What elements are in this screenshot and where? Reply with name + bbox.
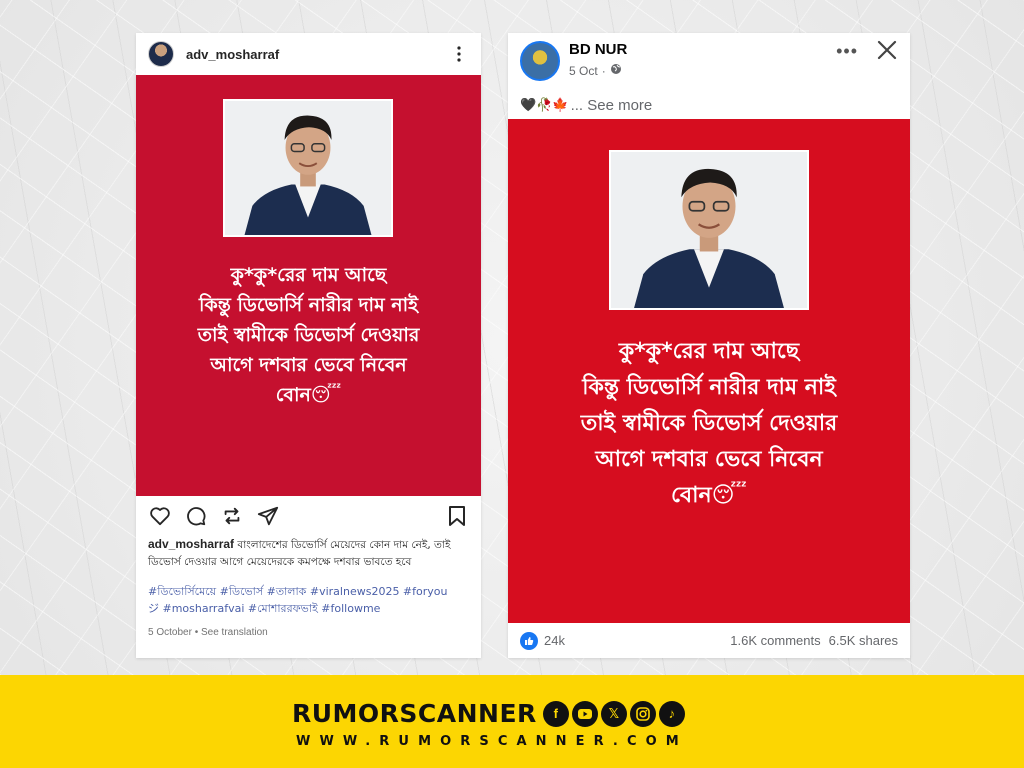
fb-page-avatar[interactable] bbox=[520, 41, 560, 81]
ig-caption: adv_mosharraf বাংলাদেশের ডিভোর্সি মেয়েদ… bbox=[136, 536, 481, 571]
see-translation-link[interactable]: See translation bbox=[192, 627, 268, 638]
bookmark-icon[interactable] bbox=[445, 504, 469, 528]
fb-post-description: 🖤🥀🍁 ... See more bbox=[508, 89, 910, 117]
post-text-line: কিন্তু ডিভোর্সি নারীর দাম নাই bbox=[199, 294, 418, 316]
comment-count[interactable]: 1.6K comments bbox=[730, 633, 820, 648]
fb-post-header: BD NUR 5 Oct · ••• bbox=[508, 33, 910, 89]
like-reaction-icon[interactable] bbox=[520, 631, 538, 650]
social-icons: f 𝕏 ♪ bbox=[542, 700, 685, 727]
hashtags-line[interactable]: ジ #mosharrafvai #মোশাররফভাই #followme bbox=[148, 600, 469, 617]
reaction-count[interactable]: 24k bbox=[544, 633, 565, 648]
more-options-icon[interactable]: ••• bbox=[836, 41, 858, 62]
x-icon: 𝕏 bbox=[600, 700, 627, 727]
brand-row: RUMORSCANNER f 𝕏 ♪ bbox=[292, 699, 685, 728]
brand-logo-text: RUMORSCANNER bbox=[292, 699, 537, 728]
post-text-line: বোন😴 bbox=[275, 384, 342, 406]
globe-icon bbox=[610, 63, 622, 78]
heart-icon[interactable] bbox=[148, 504, 172, 528]
caption-username[interactable]: adv_mosharraf bbox=[148, 537, 234, 551]
post-text-line: কু*কু*রের দাম আছে bbox=[618, 339, 800, 364]
fb-page-name[interactable]: BD NUR bbox=[569, 41, 627, 58]
fb-post-meta: 5 Oct · bbox=[569, 63, 622, 78]
post-text-line: কু*কু*রের দাম আছে bbox=[230, 264, 387, 286]
facebook-post-card: BD NUR 5 Oct · ••• 🖤🥀🍁 ... See more কু*ক… bbox=[508, 33, 910, 658]
facebook-icon: f bbox=[542, 700, 569, 727]
post-text-line: আগে দশবার ভেবে নিবেন bbox=[595, 447, 823, 472]
portrait-photo bbox=[609, 150, 809, 310]
post-text-line: তাই স্বামীকে ডিভোর্স দেওয়ার bbox=[580, 411, 838, 436]
brand-url: WWW.RUMORSCANNER.COM bbox=[296, 734, 688, 749]
fb-post-date[interactable]: 5 Oct bbox=[569, 64, 598, 78]
ig-post-overlay-text: কু*কু*রের দাম আছে কিন্তু ডিভোর্সি নারীর … bbox=[136, 260, 481, 410]
portrait-photo bbox=[223, 99, 393, 237]
meta-separator: · bbox=[601, 63, 606, 78]
fb-post-overlay-text: কু*কু*রের দাম আছে কিন্তু ডিভোর্সি নারীর … bbox=[508, 334, 910, 514]
post-text-line: তাই স্বামীকে ডিভোর্স দেওয়ার bbox=[197, 324, 420, 346]
ig-action-bar bbox=[136, 496, 481, 536]
post-text-line: আগে দশবার ভেবে নিবেন bbox=[210, 354, 407, 376]
fb-post-image[interactable]: কু*কু*রের দাম আছে কিন্তু ডিভোর্সি নারীর … bbox=[508, 119, 910, 623]
post-text-line: বোন😴 bbox=[671, 483, 747, 508]
description-emojis: 🖤🥀🍁 bbox=[520, 97, 569, 113]
ig-post-image[interactable]: কু*কু*রের দাম আছে কিন্তু ডিভোর্সি নারীর … bbox=[136, 75, 481, 496]
instagram-post-card: adv_mosharraf কু*কু*রের দাম আছে কিন্তু ড… bbox=[136, 33, 481, 658]
ig-avatar[interactable] bbox=[148, 41, 174, 67]
share-icon[interactable] bbox=[256, 504, 280, 528]
hashtags-line[interactable]: #ডিভোর্সিমেয়ে #ডিভোর্স #তালাক #viralnew… bbox=[148, 583, 469, 600]
post-text-line: কিন্তু ডিভোর্সি নারীর দাম নাই bbox=[582, 375, 836, 400]
comment-icon[interactable] bbox=[184, 504, 208, 528]
fb-engagement-bar: 24k 1.6K comments 6.5K shares bbox=[508, 623, 910, 658]
repost-icon[interactable] bbox=[220, 504, 244, 528]
ig-hashtags: #ডিভোর্সিমেয়ে #ডিভোর্স #তালাক #viralnew… bbox=[136, 571, 481, 617]
see-more-link[interactable]: ... See more bbox=[571, 97, 653, 114]
instagram-icon bbox=[629, 700, 656, 727]
more-options-icon[interactable] bbox=[449, 44, 469, 64]
youtube-icon bbox=[571, 700, 598, 727]
post-date: 5 October bbox=[148, 627, 192, 638]
ig-username[interactable]: adv_mosharraf bbox=[186, 47, 279, 62]
ig-post-header: adv_mosharraf bbox=[136, 33, 481, 75]
brand-footer: RUMORSCANNER f 𝕏 ♪ WWW.RUMORSCANNER.COM bbox=[0, 675, 1024, 768]
share-count[interactable]: 6.5K shares bbox=[829, 633, 898, 648]
ig-post-date-row: 5 OctoberSee translation bbox=[136, 617, 481, 638]
close-icon[interactable] bbox=[876, 39, 898, 61]
tiktok-icon: ♪ bbox=[658, 700, 685, 727]
